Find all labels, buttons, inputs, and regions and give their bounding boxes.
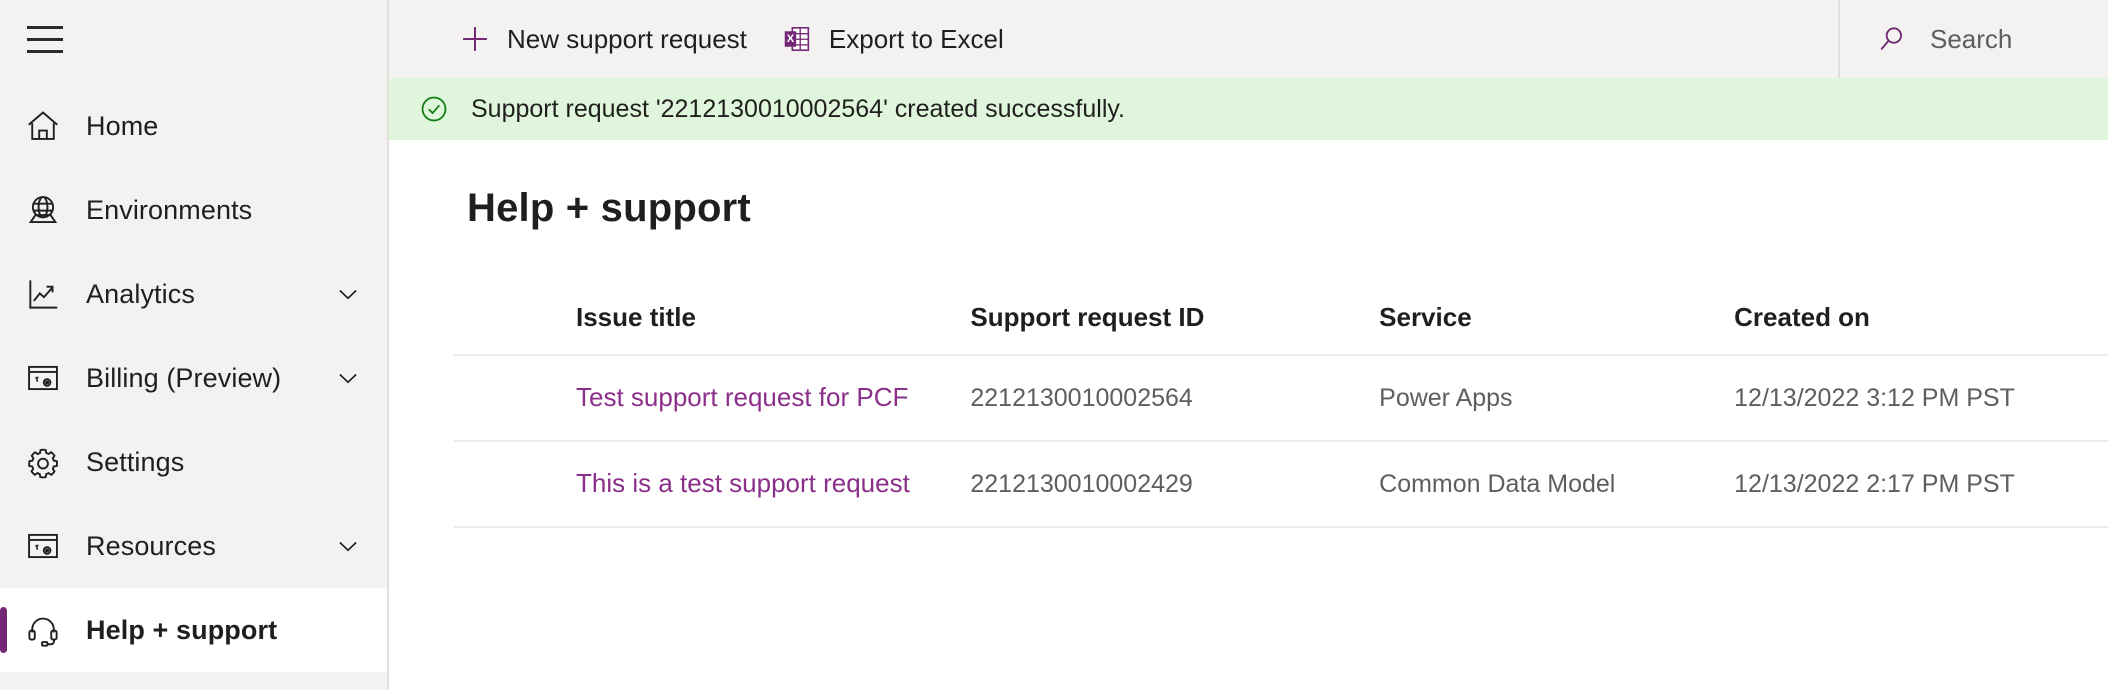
- success-notification: Support request '2212130010002564' creat…: [389, 78, 2108, 140]
- search-input[interactable]: Search: [1838, 0, 2108, 78]
- sidebar-item-environments[interactable]: Environments: [0, 168, 387, 252]
- hamburger-bar-1: [27, 25, 63, 29]
- sidebar-item-resources[interactable]: Resources: [0, 504, 387, 588]
- issue-title-link[interactable]: This is a test support request: [576, 468, 910, 498]
- cell-issue-title: Test support request for PCF: [454, 355, 971, 442]
- resources-icon: [20, 524, 66, 568]
- column-header-issue-title[interactable]: Issue title: [454, 290, 971, 356]
- search-placeholder: Search: [1930, 23, 2013, 54]
- sidebar-item-label: Help + support: [86, 615, 278, 645]
- table-header-row: Issue title Support request ID Service C…: [454, 290, 2108, 356]
- hamburger-wrap: [0, 0, 387, 78]
- new-support-request-label: New support request: [507, 24, 747, 54]
- selection-accent-bar: [0, 607, 7, 653]
- table-head: Issue title Support request ID Service C…: [454, 290, 2108, 356]
- chevron-down-icon[interactable]: [331, 277, 365, 311]
- cell-service: Power Apps: [1379, 355, 1735, 442]
- column-header-service[interactable]: Service: [1379, 290, 1735, 356]
- command-bar: New support request X Export to Excel Se…: [389, 0, 2108, 78]
- cell-created-on: 12/13/2022 3:12 PM PST: [1734, 355, 2108, 442]
- sidebar-item-label: Settings: [86, 447, 185, 477]
- column-header-request-id[interactable]: Support request ID: [970, 290, 1380, 356]
- cell-issue-title: This is a test support request: [454, 441, 971, 528]
- headset-icon: [20, 608, 66, 652]
- notification-message: Support request '2212130010002564' creat…: [471, 95, 1125, 123]
- chevron-down-icon[interactable]: [331, 361, 365, 395]
- issue-title-link[interactable]: Test support request for PCF: [576, 382, 908, 412]
- new-support-request-button[interactable]: New support request: [441, 8, 763, 70]
- home-icon: [20, 104, 66, 148]
- cell-request-id: 2212130010002564: [970, 355, 1380, 442]
- table-row[interactable]: Test support request for PCF 22121300100…: [454, 355, 2108, 442]
- hamburger-bar-3: [27, 49, 63, 53]
- support-requests-table: Issue title Support request ID Service C…: [454, 290, 2108, 528]
- content-area: Help + support Issue title Support reque…: [389, 140, 2108, 690]
- plus-icon: [457, 21, 493, 57]
- sidebar-item-label: Environments: [86, 195, 253, 225]
- app-root: Home Environments Analytics Billing (Pre…: [0, 0, 2108, 690]
- cell-request-id: 2212130010002429: [970, 441, 1380, 528]
- chevron-down-icon[interactable]: [331, 529, 365, 563]
- gear-icon: [20, 440, 66, 484]
- sidebar-item-billing[interactable]: Billing (Preview): [0, 336, 387, 420]
- analytics-icon: [20, 272, 66, 316]
- sidebar-item-label: Billing (Preview): [86, 363, 282, 393]
- sidebar-item-label: Resources: [86, 531, 216, 561]
- column-header-created-on[interactable]: Created on: [1734, 290, 2108, 356]
- billing-icon: [20, 356, 66, 400]
- hamburger-icon[interactable]: [22, 14, 72, 64]
- check-circle-icon: [417, 92, 451, 126]
- sidebar-item-help-support[interactable]: Help + support: [0, 588, 387, 672]
- sidebar-item-label: Home: [86, 111, 159, 141]
- search-icon: [1874, 21, 1910, 57]
- svg-text:X: X: [787, 33, 795, 45]
- sidebar-item-home[interactable]: Home: [0, 84, 387, 168]
- excel-icon: X: [779, 21, 815, 57]
- sidebar-nav-list: Home Environments Analytics Billing (Pre…: [0, 78, 387, 672]
- support-requests-table-wrap: Issue title Support request ID Service C…: [454, 290, 2108, 528]
- cell-created-on: 12/13/2022 2:17 PM PST: [1734, 441, 2108, 528]
- sidebar-item-label: Analytics: [86, 279, 195, 309]
- main-area: New support request X Export to Excel Se…: [389, 0, 2108, 690]
- cell-service: Common Data Model: [1379, 441, 1735, 528]
- sidebar: Home Environments Analytics Billing (Pre…: [0, 0, 389, 690]
- export-to-excel-button[interactable]: X Export to Excel: [763, 8, 1020, 70]
- export-to-excel-label: Export to Excel: [828, 24, 1004, 54]
- table-body: Test support request for PCF 22121300100…: [454, 355, 2108, 528]
- hamburger-bar-2: [27, 37, 63, 41]
- globe-icon: [20, 188, 66, 232]
- page-title: Help + support: [467, 186, 751, 230]
- table-row[interactable]: This is a test support request 221213001…: [454, 441, 2108, 528]
- sidebar-item-settings[interactable]: Settings: [0, 420, 387, 504]
- sidebar-item-analytics[interactable]: Analytics: [0, 252, 387, 336]
